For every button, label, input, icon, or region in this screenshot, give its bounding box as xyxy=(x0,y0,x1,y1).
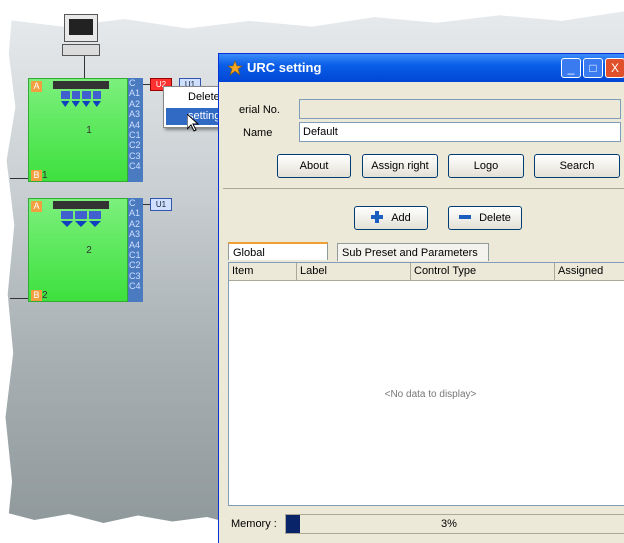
app-icon xyxy=(227,60,243,76)
device-buttons xyxy=(61,91,101,99)
cursor-icon xyxy=(187,114,199,132)
device-number: 1 xyxy=(86,125,92,136)
device-tag-a: A xyxy=(31,81,42,92)
tab-sub-preset[interactable]: Sub Preset and Parameters xyxy=(337,243,489,261)
led-strip xyxy=(53,81,109,89)
column-assigned[interactable]: Assigned xyxy=(555,263,624,280)
close-button[interactable]: X xyxy=(605,58,624,78)
maximize-button[interactable]: □ xyxy=(583,58,603,78)
port-button-u1[interactable]: U1 xyxy=(150,198,172,211)
assign-right-button[interactable]: Assign right xyxy=(362,154,438,178)
tab-global-parameters[interactable]: Global Parameters xyxy=(228,242,328,277)
add-button[interactable]: Add xyxy=(354,206,428,230)
device-2[interactable]: A 2 B 2 C A1 A2 A3 A4 C1 C2 C3 C4 xyxy=(28,198,148,302)
led-strip xyxy=(53,201,109,209)
divider xyxy=(223,188,624,189)
column-label[interactable]: Label xyxy=(297,263,411,280)
window-title: URC setting xyxy=(247,60,322,75)
device-caption: 1 xyxy=(42,170,48,181)
delete-button[interactable]: Delete xyxy=(448,206,522,230)
memory-value: 3% xyxy=(441,518,457,530)
title-bar[interactable]: URC setting _ □ X xyxy=(219,54,624,82)
bus-line xyxy=(10,298,28,299)
grid-header: Item Label Control Type Assigned xyxy=(229,263,624,281)
serial-label: erial No. xyxy=(239,104,280,116)
minus-icon xyxy=(459,215,472,219)
connection-line xyxy=(84,56,85,78)
device-number: 2 xyxy=(86,245,92,256)
serial-field[interactable] xyxy=(299,99,621,119)
device-tag-b: B xyxy=(31,170,42,181)
device-buttons xyxy=(61,211,101,219)
arrow-down-icon xyxy=(61,221,101,227)
minimize-button[interactable]: _ xyxy=(561,58,581,78)
arrow-down-icon xyxy=(61,101,101,107)
memory-fill xyxy=(286,515,300,533)
device-1[interactable]: A 1 B 1 C A1 A2 A3 A4 C1 C2 C3 C4 xyxy=(28,78,148,182)
device-tag-a: A xyxy=(31,201,42,212)
device-caption: 2 xyxy=(42,290,48,301)
column-item[interactable]: Item xyxy=(229,263,297,280)
name-label: Name xyxy=(243,127,273,139)
status-bar: Memory : 3% xyxy=(223,512,624,536)
memory-label: Memory : xyxy=(231,518,277,530)
parameter-grid: Item Label Control Type Assigned <No dat… xyxy=(228,262,624,506)
port-column: C A1 A2 A3 A4 C1 C2 C3 C4 xyxy=(128,78,143,182)
port-column: C A1 A2 A3 A4 C1 C2 C3 C4 xyxy=(128,198,143,302)
device-tag-b: B xyxy=(31,290,42,301)
plus-icon xyxy=(371,211,384,223)
urc-setting-window: URC setting _ □ X erial No. Name About A… xyxy=(218,53,624,543)
column-control-type[interactable]: Control Type xyxy=(411,263,555,280)
name-field[interactable] xyxy=(299,122,621,142)
about-button[interactable]: About xyxy=(277,154,351,178)
computer-icon[interactable] xyxy=(62,14,100,56)
empty-message: <No data to display> xyxy=(384,389,477,400)
search-button[interactable]: Search xyxy=(534,154,620,178)
bus-line xyxy=(10,178,28,179)
logo-button[interactable]: Logo xyxy=(448,154,524,178)
